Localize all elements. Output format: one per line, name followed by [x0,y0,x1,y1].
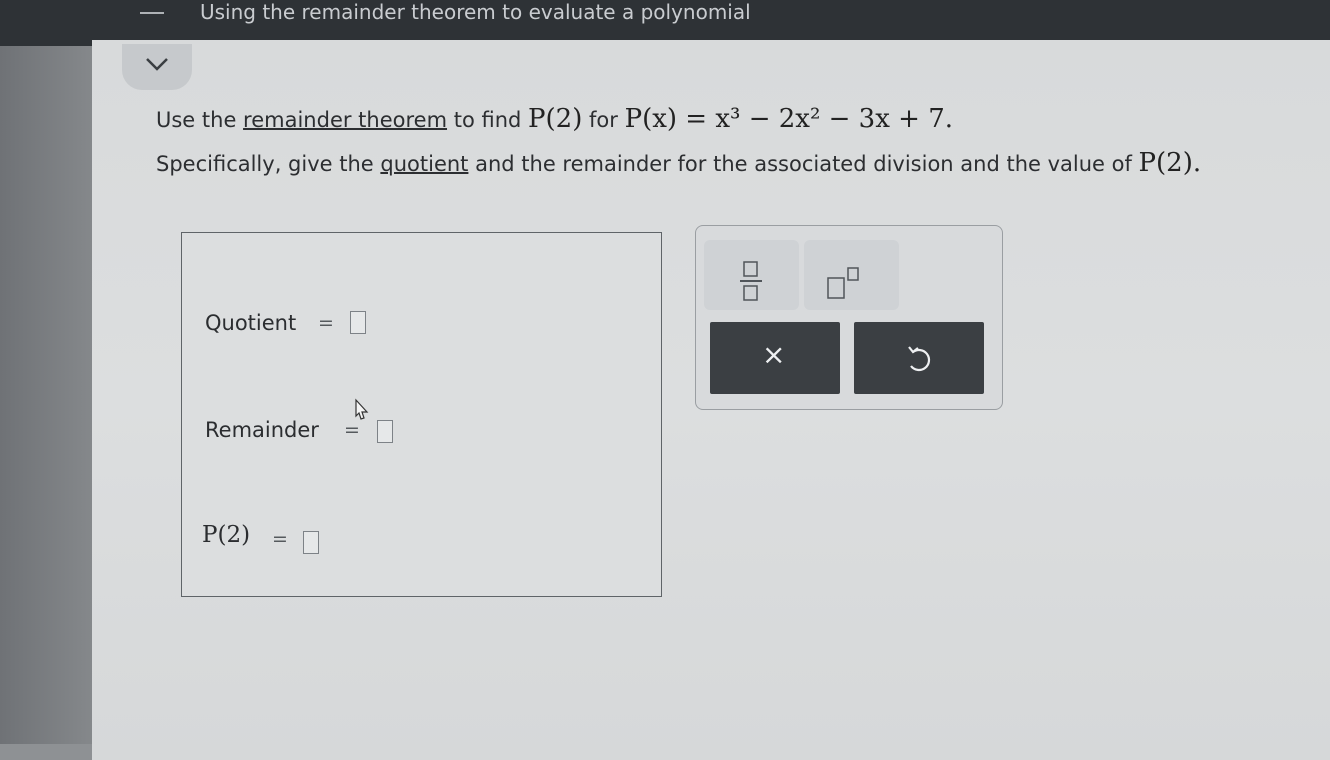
question-text: for [582,108,625,132]
collapse-button[interactable] [122,44,192,90]
p2-expression: P(2). [1138,148,1202,178]
question-text: to find [447,108,529,132]
undo-icon [908,346,931,372]
question-line-2: Specifically, give the quotient and the … [156,148,1201,178]
clear-button[interactable]: × [710,322,840,394]
topic-title: Using the remainder theorem to evaluate … [200,0,751,24]
quotient-input[interactable] [350,311,366,334]
undo-button[interactable] [854,322,984,394]
chevron-down-icon [146,58,168,71]
question-text: Specifically, give the [156,152,381,176]
fraction-template-icon [740,261,762,301]
fraction-button[interactable] [704,240,799,310]
remainder-input[interactable] [377,420,393,443]
question-text: Use the [156,108,244,132]
remainder-theorem-link[interactable]: remainder theorem [243,108,447,132]
exponent-button[interactable] [804,240,899,310]
exponent-template-icon [827,267,859,299]
equals-sign: = [318,312,334,334]
math-toolbar: × [695,225,1003,410]
polynomial-expression: P(x) = x³ − 2x² − 3x + 7. [624,104,954,134]
answer-box [181,232,662,597]
question-text: and the remainder for the associated div… [468,152,1139,176]
quotient-link[interactable]: quotient [380,152,468,176]
menu-dash-icon[interactable] [140,12,164,14]
p2-input[interactable] [303,531,319,554]
mouse-cursor-icon [355,398,369,420]
equals-sign: = [272,528,288,550]
p2-expression: P(2) [528,104,583,134]
p2-label: P(2) [202,522,251,548]
clear-icon: × [762,338,786,371]
remainder-label: Remainder [205,418,319,442]
quotient-label: Quotient [205,311,297,335]
question-line-1: Use the remainder theorem to find P(2) f… [156,104,953,134]
left-margin [0,0,92,744]
